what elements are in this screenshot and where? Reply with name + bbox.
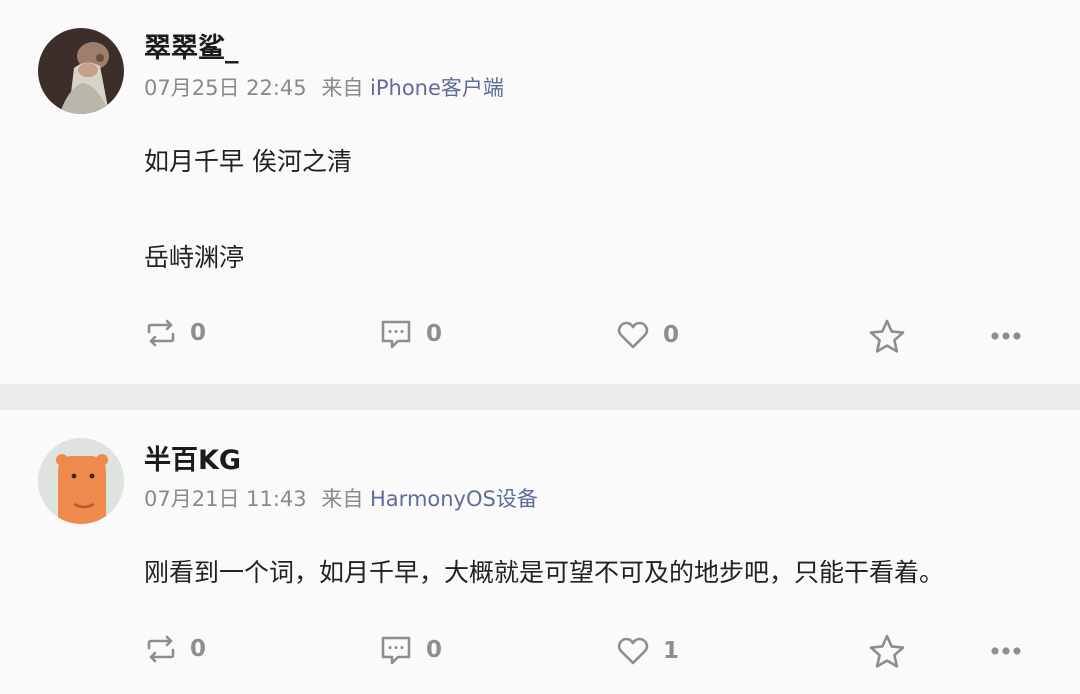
more-button[interactable] [990, 331, 1022, 341]
comment-count: 0 [426, 321, 443, 347]
comment-button[interactable]: 0 [380, 634, 442, 666]
author-name[interactable]: 翠翠鲨_ [144, 26, 239, 65]
repost-icon [146, 318, 176, 348]
like-count: 1 [663, 638, 680, 664]
comment-icon [380, 318, 412, 350]
source-link[interactable]: HarmonyOS设备 [370, 487, 538, 511]
heart-icon [617, 320, 649, 350]
comment-button[interactable]: 0 [380, 318, 442, 350]
more-icon [990, 331, 1022, 341]
post-text-line: 刚看到一个词，如月千早，大概就是可望不可及的地步吧，只能干看着。 [144, 558, 945, 587]
favorite-button[interactable] [869, 634, 905, 668]
post-meta: 07月25日 22:45 来自 iPhone客户端 [144, 72, 504, 102]
avatar[interactable] [38, 28, 124, 114]
post-card: 半百KG 07月21日 11:43 来自 HarmonyOS设备 刚看到一个词，… [0, 410, 1080, 694]
repost-button[interactable]: 0 [146, 318, 206, 348]
more-button[interactable] [990, 646, 1022, 656]
post-date: 07月25日 22:45 [144, 76, 307, 100]
favorite-button[interactable] [869, 319, 905, 353]
like-button[interactable]: 1 [617, 636, 679, 666]
avatar[interactable] [38, 438, 124, 524]
repost-count: 0 [190, 320, 207, 346]
like-count: 0 [663, 322, 680, 348]
repost-icon [146, 634, 176, 664]
source-link[interactable]: iPhone客户端 [370, 76, 504, 100]
via-label: 来自 [321, 487, 364, 511]
post-text-line: 岳峙渊渟 [144, 243, 245, 272]
heart-icon [617, 636, 649, 666]
post-card: 翠翠鲨_ 07月25日 22:45 来自 iPhone客户端 如月千早 俟河之清… [0, 0, 1080, 384]
repost-count: 0 [190, 636, 207, 662]
star-icon [869, 319, 905, 353]
comment-icon [380, 634, 412, 666]
repost-button[interactable]: 0 [146, 634, 206, 664]
star-icon [869, 634, 905, 668]
post-divider [0, 384, 1080, 410]
via-label: 来自 [321, 76, 364, 100]
comment-count: 0 [426, 637, 443, 663]
post-date: 07月21日 11:43 [144, 487, 307, 511]
more-icon [990, 646, 1022, 656]
post-text-line: 如月千早 俟河之清 [144, 147, 352, 176]
post-meta: 07月21日 11:43 来自 HarmonyOS设备 [144, 483, 538, 513]
like-button[interactable]: 0 [617, 320, 679, 350]
author-name[interactable]: 半百KG [144, 438, 241, 477]
